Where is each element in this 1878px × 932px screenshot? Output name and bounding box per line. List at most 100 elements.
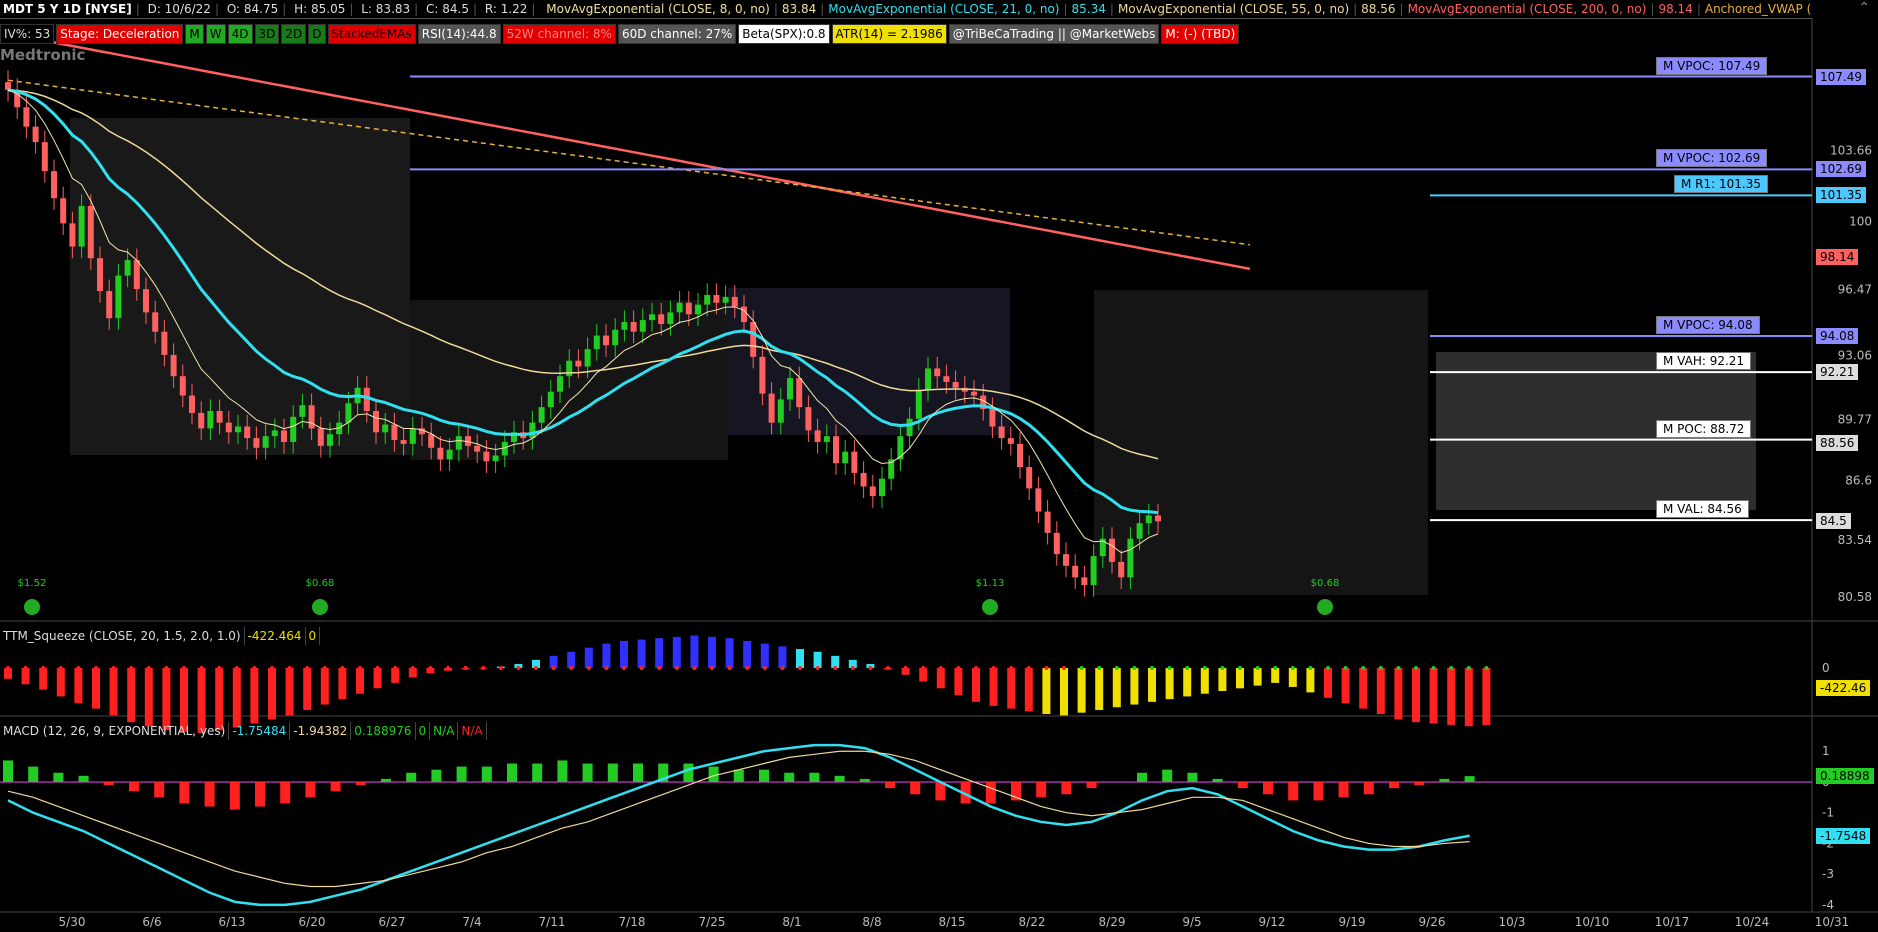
candle-body — [713, 294, 720, 303]
x-tick-label: 6/27 — [379, 915, 406, 929]
indicator-badge: 4D — [227, 24, 253, 44]
squeeze-dot — [1361, 666, 1366, 670]
x-tick-label: 9/5 — [1182, 915, 1201, 929]
x-tick-label: 6/6 — [142, 915, 161, 929]
x-tick-label: 8/1 — [782, 915, 801, 929]
macd-histogram-bar — [507, 763, 517, 782]
macd-histogram-bar — [834, 775, 845, 782]
candle-body — [1109, 538, 1115, 562]
study-value: 88.56 — [1361, 2, 1396, 16]
dividend-label: $0.68 — [306, 578, 335, 589]
candle-body — [915, 389, 922, 419]
squeeze-dot — [94, 666, 98, 670]
study-name[interactable]: Anchored_VWAP (20220101) — [1702, 2, 1812, 16]
x-tick-label: 8/15 — [939, 915, 966, 929]
macd-histogram-bar — [204, 781, 215, 807]
candle-body — [474, 445, 481, 452]
macd-value: -1.94382 — [290, 722, 352, 740]
x-tick-label: 5/30 — [59, 915, 86, 929]
squeeze-bar — [972, 668, 980, 702]
low-label: L: 83.83 — [361, 2, 411, 16]
macd-histogram-bar — [431, 769, 442, 782]
study-value: 83.84 — [781, 2, 817, 16]
macd-histogram-bar — [1237, 781, 1248, 789]
symbol-label[interactable]: MDT 5 Y 1D [NYSE] — [0, 2, 135, 16]
candle-body — [897, 436, 904, 460]
candle-body — [860, 472, 867, 487]
candle-body — [152, 312, 159, 332]
candle-body — [658, 314, 665, 324]
price-level-label: M VAH: 92.21 — [1656, 352, 1752, 371]
squeeze-dot — [305, 666, 310, 670]
macd-axis-tag: -1.7548 — [1816, 827, 1871, 844]
price-axis-tag: 102.69 — [1816, 161, 1866, 178]
candle-body — [1017, 443, 1023, 468]
squeeze-bar — [919, 668, 928, 682]
y-tick-label: -4 — [1822, 898, 1834, 912]
squeeze-bar — [1095, 668, 1104, 710]
study-name[interactable]: MovAvgExponential (CLOSE, 200, 0, no) — [1405, 2, 1650, 16]
macd-histogram-bar — [885, 781, 895, 789]
squeeze-dot — [1414, 666, 1418, 670]
candle-body — [1035, 488, 1042, 512]
squeeze-dot — [1220, 666, 1225, 670]
study-name[interactable]: MovAvgExponential (CLOSE, 55, 0, no) — [1115, 2, 1352, 16]
macd-title[interactable]: MACD (12, 26, 9, EXPONENTIAL, yes) — [0, 722, 230, 740]
squeeze-dot — [1167, 666, 1172, 670]
y-tick-label: 89.77 — [1838, 412, 1872, 426]
squeeze-dot — [1044, 666, 1049, 670]
squeeze-bar — [1482, 668, 1491, 726]
candle-body — [308, 405, 315, 429]
indicator-badges: IV%: 53 Stage: Deceleration M W 4D 3D 2D D Stack… — [0, 24, 1241, 44]
squeeze-dot — [745, 666, 750, 670]
squeeze-bar — [1007, 668, 1016, 709]
macd-histogram-bar — [1263, 781, 1273, 795]
candle-body — [934, 368, 941, 377]
candle-body — [501, 441, 508, 456]
squeeze-dot — [182, 666, 186, 670]
squeeze-dot — [639, 666, 644, 670]
squeeze-dot — [921, 666, 926, 670]
indicator-badge: D — [308, 24, 326, 44]
indicator-badge: 52W channel: 8% — [502, 24, 616, 44]
squeeze-dot — [270, 666, 274, 670]
squeeze-dot — [798, 666, 802, 670]
squeeze-bar — [268, 668, 276, 720]
candle-body — [87, 205, 94, 259]
squeeze-dot — [1132, 666, 1137, 670]
indicator-badge: Beta(SPX):0.8 — [738, 24, 830, 44]
squeeze-dot — [727, 666, 732, 670]
squeeze-bar — [92, 668, 100, 709]
study-value: 98.14 — [1658, 2, 1693, 16]
squeeze-last-tag: -422.46 — [1816, 680, 1871, 696]
squeeze-bar — [655, 638, 664, 668]
squeeze-dot — [1150, 666, 1154, 670]
indicator-badge: W — [205, 24, 226, 44]
squeeze-bar — [1112, 668, 1121, 708]
macd-histogram-bar — [1187, 772, 1198, 782]
squeeze-dot — [762, 666, 767, 670]
candle-body — [814, 430, 821, 442]
candle-body — [869, 486, 876, 497]
study-name[interactable]: MovAvgExponential (CLOSE, 21, 0, no) — [825, 2, 1062, 16]
squeeze-bar — [620, 640, 628, 668]
candle-body — [649, 314, 655, 321]
dividend-icon — [312, 599, 328, 615]
candle-body — [161, 331, 168, 355]
study-name[interactable]: MovAvgExponential (CLOSE, 8, 0, no) — [543, 2, 773, 16]
price-axis-tag: 92.21 — [1816, 364, 1859, 381]
squeeze-dot — [1079, 666, 1084, 670]
collapse-icon[interactable]: ⌃ — [1858, 0, 1870, 16]
candle-body — [216, 411, 223, 423]
y-tick-label: -1 — [1822, 806, 1834, 820]
y-tick-label: 0 — [1822, 661, 1830, 675]
candle-body — [759, 356, 766, 394]
squeeze-dot — [1431, 666, 1436, 670]
squeeze-title[interactable]: TTM_Squeeze (CLOSE, 20, 1.5, 2.0, 1.0) — [0, 627, 245, 645]
candle-body — [603, 335, 609, 346]
chart-canvas: 103.6610096.4793.0689.7786.683.5480.585/… — [0, 18, 1878, 929]
squeeze-dot — [340, 666, 345, 670]
macd-histogram-bar — [1414, 781, 1425, 786]
price-level-label: M VAL: 84.56 — [1656, 500, 1749, 519]
candle-body — [170, 354, 177, 377]
